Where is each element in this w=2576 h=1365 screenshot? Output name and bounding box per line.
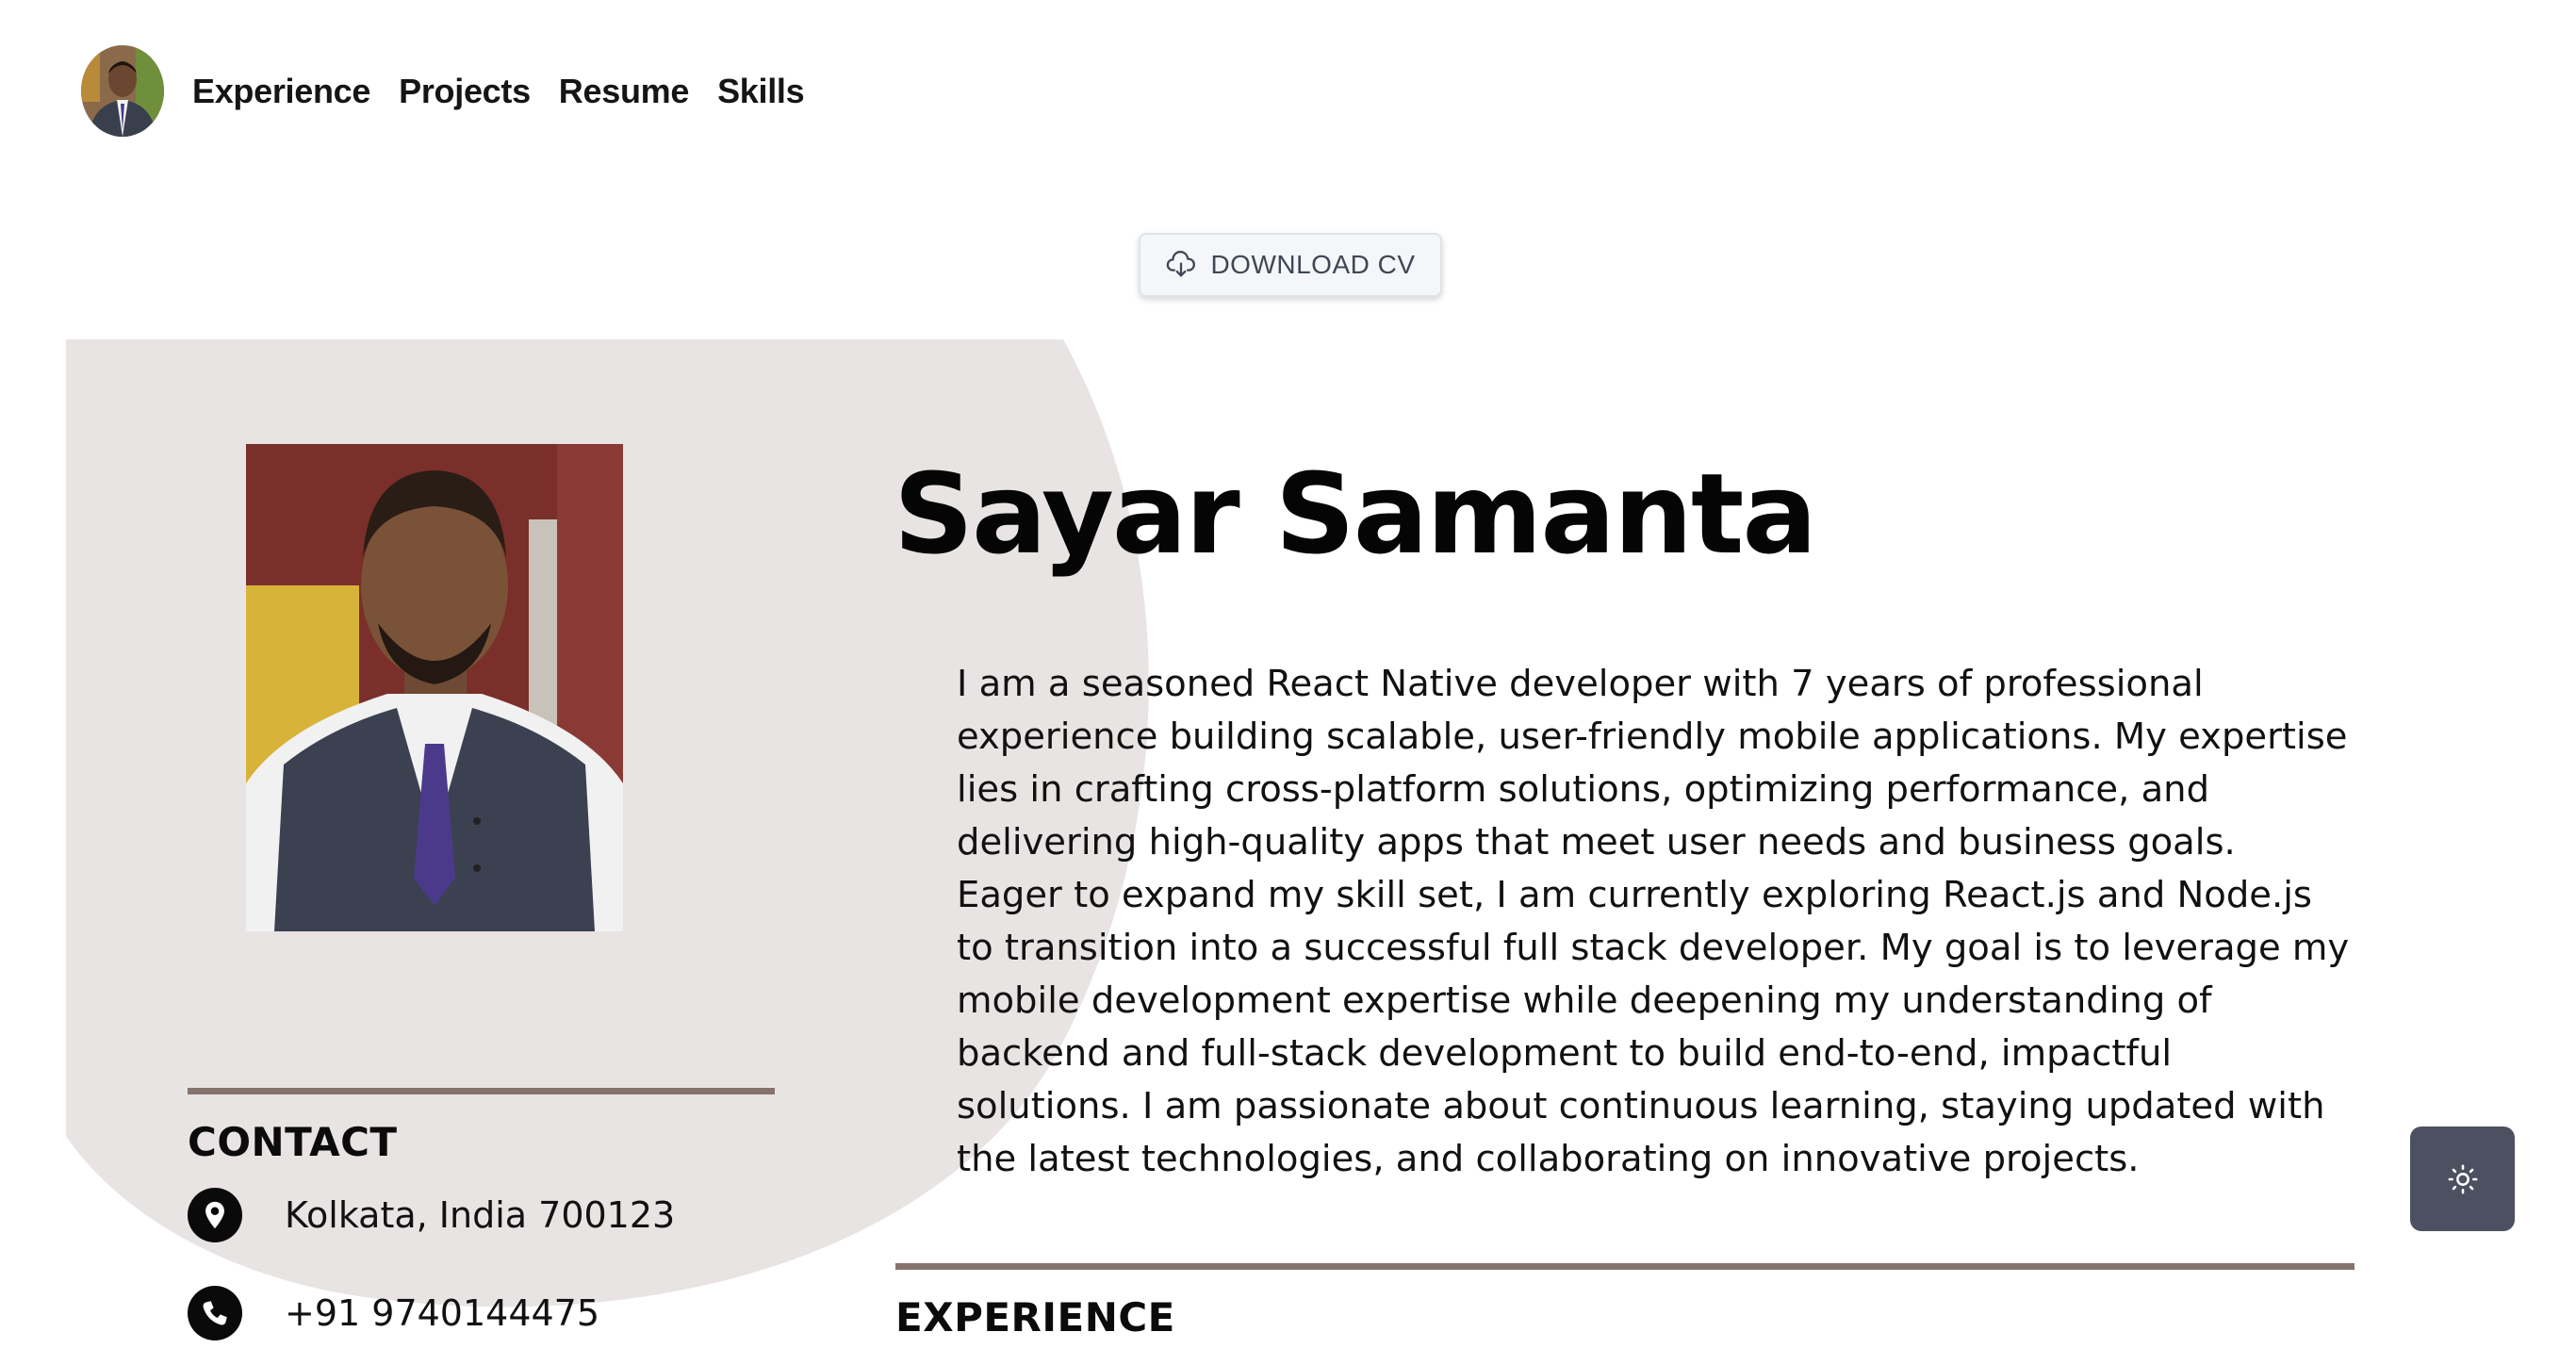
theme-toggle-button[interactable] (2410, 1127, 2515, 1231)
top-nav: Experience Projects Resume Skills (81, 45, 832, 137)
nav-link-skills[interactable]: Skills (717, 72, 805, 111)
about-paragraph: I am a seasoned React Native developer w… (957, 663, 2348, 863)
cloud-download-icon (1167, 251, 1196, 277)
download-cv-button[interactable]: DOWNLOAD CV (1139, 233, 1442, 297)
profile-name: Sayar Samanta (894, 449, 1817, 579)
experience-divider (895, 1263, 2354, 1270)
about-text: I am a seasoned React Native developer w… (957, 658, 2352, 1186)
contact-divider (188, 1088, 775, 1094)
avatar[interactable] (81, 45, 164, 137)
nav-link-projects[interactable]: Projects (399, 72, 531, 111)
page: Experience Projects Resume Skills DOWNLO… (0, 0, 2576, 1365)
contact-phone-text: +91 9740144475 (285, 1292, 600, 1334)
sun-icon (2448, 1164, 2477, 1193)
profile-photo (246, 444, 623, 931)
contact-item-location: Kolkata, India 700123 (188, 1188, 675, 1242)
contact-location-text: Kolkata, India 700123 (285, 1194, 676, 1236)
location-pin-icon (188, 1188, 242, 1242)
phone-icon (188, 1286, 242, 1340)
nav-link-resume[interactable]: Resume (559, 72, 690, 111)
nav-link-experience[interactable]: Experience (192, 72, 370, 111)
about-paragraph: Eager to expand my skill set, I am curre… (957, 874, 2350, 1180)
experience-heading: EXPERIENCE (895, 1294, 1175, 1340)
download-cv-label: DOWNLOAD CV (1210, 250, 1416, 279)
contact-heading: CONTACT (188, 1119, 398, 1165)
contact-item-phone: +91 9740144475 (188, 1286, 599, 1340)
